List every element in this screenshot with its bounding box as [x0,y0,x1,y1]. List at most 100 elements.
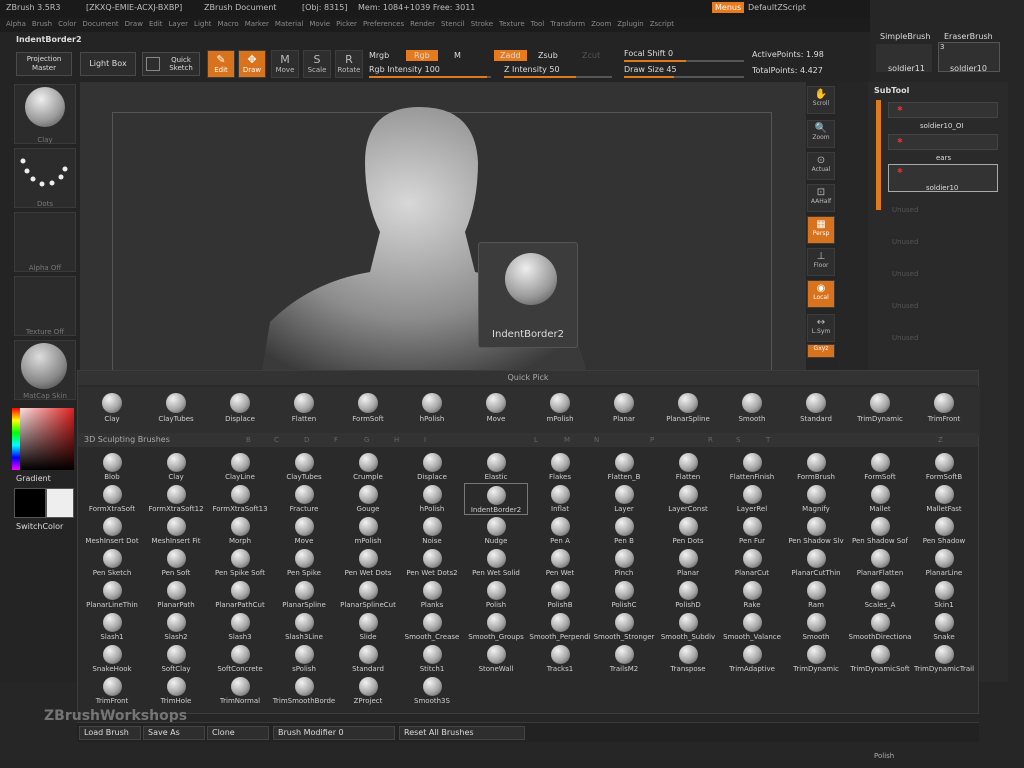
sculpt-brush[interactable]: TrimAdaptive [720,643,784,675]
sculpt-brush[interactable]: SnakeHook [80,643,144,675]
shelf-aahalf-button[interactable]: ⊡ AAHalf [807,184,835,212]
subtool-empty-slot[interactable]: Unused [892,238,918,246]
sculpt-brush[interactable]: Displace [400,451,464,483]
sculpt-brush[interactable]: Transpose [656,643,720,675]
sculpt-brush[interactable]: FormXtraSoft [80,483,144,515]
sculpt-brush[interactable]: Layer [592,483,656,515]
index-letter[interactable]: C [274,436,279,444]
shelf-gxyz-button[interactable]: Gxyz [807,344,835,358]
sculpt-brush[interactable]: Rake [720,579,784,611]
sculpt-brush[interactable]: Flatten_B [592,451,656,483]
sculpt-brush[interactable]: Tracks1 [528,643,592,675]
alpha-selector[interactable]: Alpha Off [14,212,76,272]
sculpt-brush[interactable]: PlanarSplineCut [336,579,400,611]
index-letter[interactable]: P [650,436,654,444]
menu-item[interactable]: Edit [149,20,163,28]
quick-pick-brush[interactable]: Standard [786,389,846,425]
sculpt-brush[interactable]: Skin1 [912,579,976,611]
sculpt-brush[interactable]: TrailsM2 [592,643,656,675]
menu-item[interactable]: Stroke [471,20,493,28]
main-color-swatch[interactable] [14,488,46,518]
sculpt-brush[interactable]: ClayTubes [272,451,336,483]
quick-pick-brush[interactable]: Displace [210,389,270,425]
sculpt-brush[interactable]: MeshInsert Fit [144,515,208,547]
sculpt-brush[interactable]: TrimFront [80,675,144,707]
sculpt-brush[interactable]: MalletFast [912,483,976,515]
sculpt-brush[interactable]: Slash3Line [272,611,336,643]
sculpt-brush[interactable]: ClayLine [208,451,272,483]
gradient-label[interactable]: Gradient [16,474,51,483]
sculpt-brush[interactable]: Pinch [592,547,656,579]
subtool-item[interactable]: ✱ [888,102,998,118]
sculpt-brush[interactable]: PlanarLineThin [80,579,144,611]
subtool-empty-slot[interactable]: Unused [892,334,918,342]
sculpt-brush[interactable]: Pen Spike [272,547,336,579]
sculpt-brush[interactable]: Magnify [784,483,848,515]
index-letter[interactable]: F [334,436,338,444]
sculpt-brush[interactable]: Pen Sketch [80,547,144,579]
tool-eraserbrush[interactable]: EraserBrush [944,32,993,41]
move-button[interactable]: M Move [271,50,299,78]
sculpt-brush[interactable]: Smooth_Subdiv [656,611,720,643]
sculpt-brush[interactable]: LayerRel [720,483,784,515]
sculpt-brush[interactable]: Pen Dots [656,515,720,547]
light-box-button[interactable]: Light Box [80,52,136,76]
sculpt-brush[interactable]: PolishD [656,579,720,611]
sculpt-brush[interactable]: LayerConst [656,483,720,515]
shelf-persp-button[interactable]: ▦ Persp [807,216,835,244]
sculpt-brush[interactable]: PlanarPath [144,579,208,611]
sculpt-brush[interactable]: Smooth_Perpendi [528,611,592,643]
sculpt-brush[interactable]: Standard [336,643,400,675]
sculpt-brush[interactable]: Inflat [528,483,592,515]
menu-item[interactable]: Picker [336,20,357,28]
sculpt-brush[interactable]: SoftConcrete [208,643,272,675]
sculpt-brush[interactable]: Pen Wet Dots [336,547,400,579]
sculpt-brush[interactable]: StoneWall [464,643,528,675]
sculpt-brush[interactable]: Slash1 [80,611,144,643]
sculpt-brush[interactable]: PlanarLine [912,547,976,579]
subtool-scrollbar[interactable] [876,100,881,210]
sculpt-brush[interactable]: Snake [912,611,976,643]
quick-sketch-button[interactable]: Quick Sketch [142,52,200,76]
quick-pick-brush[interactable]: TrimDynamic [850,389,910,425]
menu-item[interactable]: Render [410,20,435,28]
sculpt-brush[interactable]: Gouge [336,483,400,515]
sculpt-brush[interactable]: TrimSmoothBorde [272,675,336,707]
sculpt-brush[interactable]: MeshInsert Dot [80,515,144,547]
sculpt-brush[interactable]: PlanarCut [720,547,784,579]
sculpt-brush[interactable]: Fracture [272,483,336,515]
sculpt-brush[interactable]: sPolish [272,643,336,675]
sculpt-brush[interactable]: FormSoft [848,451,912,483]
quick-pick-brush[interactable]: mPolish [530,389,590,425]
sculpt-brush[interactable]: SmoothDirectiona [848,611,912,643]
menu-item[interactable]: Color [58,20,76,28]
sculpt-brush[interactable]: Planks [400,579,464,611]
sculpt-brush[interactable]: Smooth_Valance [720,611,784,643]
rgb-button[interactable]: Rgb [406,50,438,61]
default-zscript[interactable]: DefaultZScript [748,3,806,12]
sculpt-brush[interactable]: Smooth [784,611,848,643]
sculpt-brush[interactable]: Move [272,515,336,547]
quick-pick-brush[interactable]: Smooth [722,389,782,425]
sculpt-brush[interactable]: Noise [400,515,464,547]
rotate-button[interactable]: R Rotate [335,50,363,78]
menu-item[interactable]: Document [82,20,118,28]
sculpt-brush[interactable]: Crumple [336,451,400,483]
clone-button[interactable]: Clone [207,726,269,740]
index-letter[interactable]: D [304,436,309,444]
tool-simplebrush[interactable]: SimpleBrush [880,32,930,41]
menus-button[interactable]: Menus [712,2,745,13]
menu-item[interactable]: Alpha [6,20,26,28]
quick-pick-brush[interactable]: Move [466,389,526,425]
subtool-empty-slot[interactable]: Unused [892,270,918,278]
sculpt-brush[interactable]: Smooth_Stronger [592,611,656,643]
sculpt-brush[interactable]: Pen Wet [528,547,592,579]
quick-pick-brush[interactable]: FormSoft [338,389,398,425]
sculpt-brush[interactable]: Elastic [464,451,528,483]
sculpt-brush[interactable]: Pen Shadow Slv [784,515,848,547]
sculpt-brush[interactable]: Pen Fur [720,515,784,547]
menu-item[interactable]: Zoom [591,20,611,28]
sculpt-brush[interactable]: Nudge [464,515,528,547]
quick-pick-brush[interactable]: ClayTubes [146,389,206,425]
menu-item[interactable]: Zplugin [617,20,643,28]
